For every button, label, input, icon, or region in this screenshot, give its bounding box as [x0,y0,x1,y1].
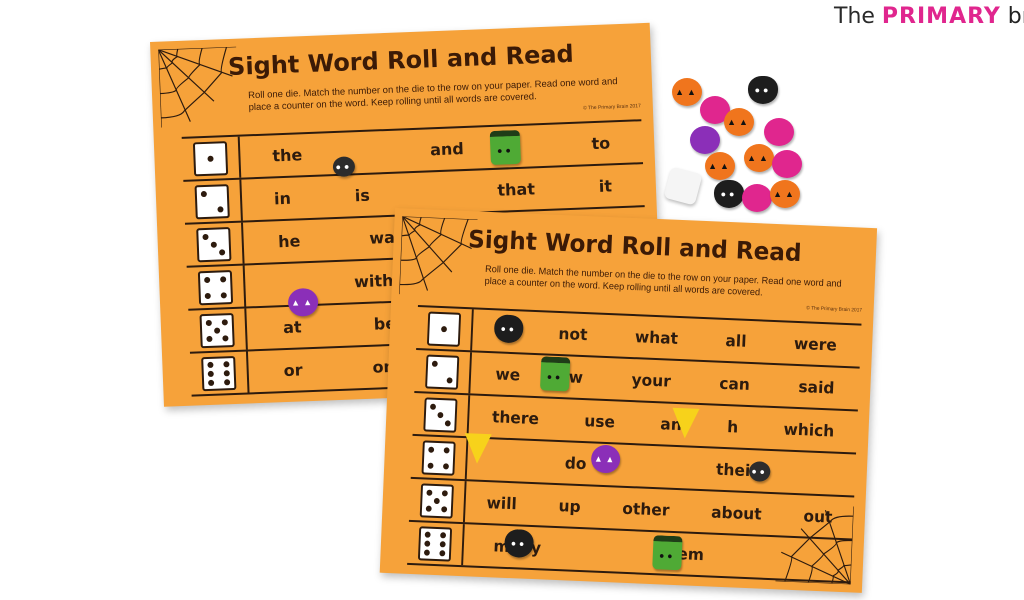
die-cell [416,307,474,351]
sight-word: h [726,417,739,437]
pumpkin-eraser-icon: ▲▲ [705,152,735,180]
pumpkin-eraser-icon: ▲▲ [724,108,754,136]
die-face-6-icon [417,525,453,562]
die-face-4-icon [197,269,234,305]
die-cell [183,179,243,223]
die-face-5-icon [419,482,454,519]
candy-corn-eraser-icon [463,433,492,465]
die-cell [407,521,465,566]
white-die-icon [663,166,703,206]
worksheet-instructions: Roll one die. Match the number on the di… [484,263,842,299]
die-cell [408,478,467,523]
sight-word: other [621,498,670,520]
die-face-5-icon [199,312,235,348]
sight-word: to [591,133,611,154]
worksheet-front: Sight Word Roll and Read Roll one die. M… [379,208,878,593]
brand-brain: brain [1007,4,1024,29]
sight-word: which [783,419,835,441]
die-cell [186,265,247,309]
brand-primary: PRIMARY [881,4,1001,29]
sight-word: or [283,360,303,381]
cat-eraser-icon: ●● [714,180,744,208]
sight-word: out [803,506,833,527]
sight-word: we [495,364,521,385]
die-face-6-icon [201,355,237,391]
die-cell [181,136,242,180]
die-cell [410,435,469,480]
sight-word: is [354,185,371,206]
die-cell [412,392,471,437]
sight-word: do [564,453,587,474]
worksheet-credit: © The Primary Brain 2017 [582,103,641,112]
sight-word: can [718,373,751,395]
sight-word: it [598,176,613,196]
sight-word: use [583,411,616,432]
brand-the: The [834,4,875,29]
candy-corn-eraser-icon [671,407,700,439]
die-cell [188,308,248,352]
sight-word: your [631,370,672,391]
die-cell [189,351,250,395]
sight-word: said [798,377,835,398]
die-cell [185,222,245,266]
pink-eraser-icon [772,150,802,178]
sight-word: in [273,188,292,209]
pink-eraser-icon [764,118,794,146]
purple-pumpkin-eraser-icon [690,126,720,154]
die-face-1-icon [426,310,462,347]
frankenstein-eraser-icon: ●● [489,129,521,166]
sight-word: that [497,179,536,200]
brand-logo: The PRIMARY brain [834,4,1024,29]
sight-word: up [558,496,581,517]
frankenstein-eraser-icon: ●● [652,535,683,571]
sight-word: and [429,139,465,160]
sight-word: all [725,330,747,351]
sight-word: will [486,493,518,514]
die-cell [414,350,473,394]
die-face-1-icon [192,140,229,176]
worksheet-instructions: Roll one die. Match the number on the di… [247,76,618,114]
sight-word: at [282,317,302,338]
sight-word: with [353,270,394,292]
die-face-3-icon [423,396,458,433]
sight-word: about [710,502,763,524]
cat-eraser-icon: ●● [748,76,778,104]
pumpkin-eraser-icon: ▲▲ [744,144,774,172]
die-face-2-icon [194,183,230,219]
sight-word: the [272,145,303,166]
die-face-4-icon [421,439,456,476]
sight-word: he [277,231,301,252]
pumpkin-eraser-icon: ▲▲ [770,180,800,208]
pumpkin-eraser-icon: ▲▲ [672,78,702,106]
sight-word: not [558,323,588,345]
frankenstein-eraser-icon: ●● [539,356,571,392]
die-face-3-icon [196,226,232,262]
pink-eraser-icon [742,184,772,212]
worksheet-credit: © The Primary Brain 2017 [806,305,863,314]
sight-word: there [491,407,540,429]
sight-word: w [568,367,584,388]
sight-word: what [634,327,679,348]
die-face-2-icon [425,353,460,390]
sight-word: were [793,333,838,355]
